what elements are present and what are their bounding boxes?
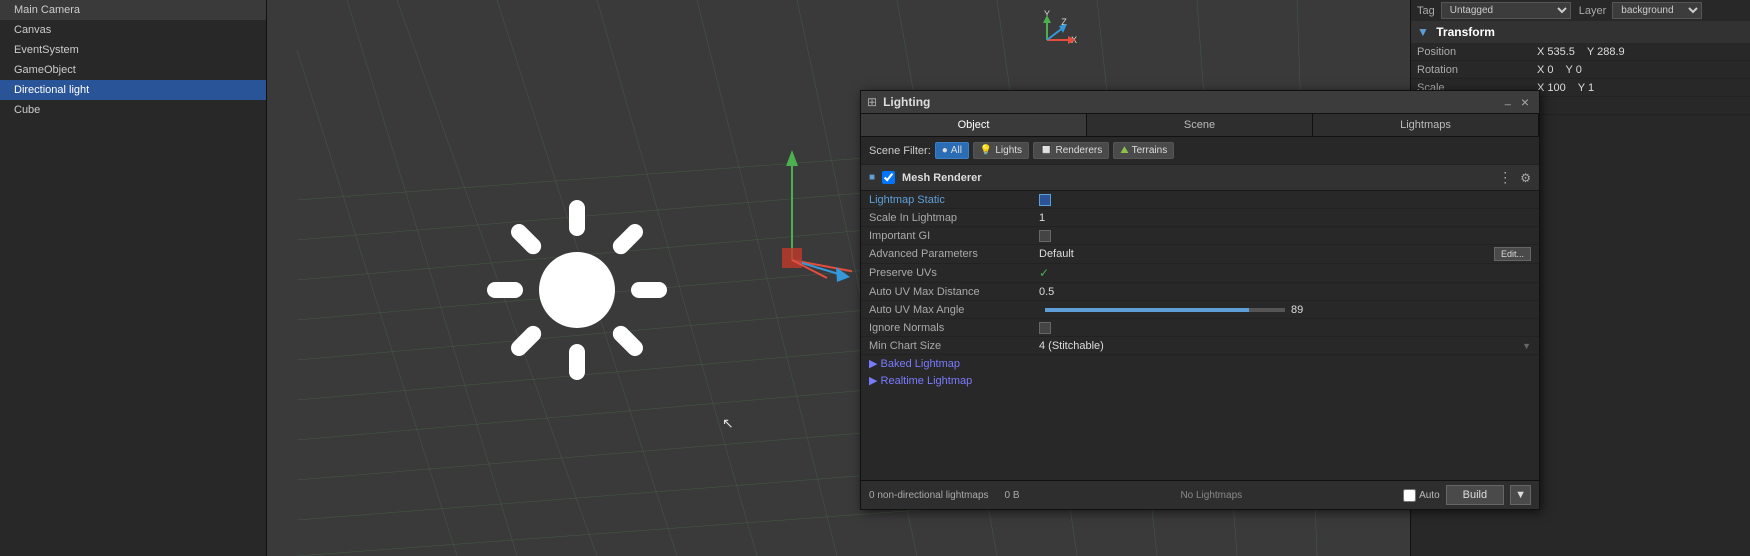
rot-x: X 0	[1537, 64, 1554, 76]
scale-lightmap-value: 1	[1039, 212, 1531, 224]
hierarchy-item-main-camera[interactable]: Main Camera	[0, 0, 266, 20]
scene-filter-row: Scene Filter: ● All 💡 Lights 🔲 Renderers…	[861, 137, 1539, 165]
min-chart-size-arrow: ▼	[1522, 341, 1531, 351]
lighting-title: Lighting	[883, 95, 930, 109]
auto-uv-dist-value: 0.5	[1039, 286, 1531, 298]
tab-lightmaps[interactable]: Lightmaps	[1313, 114, 1539, 136]
auto-uv-angle-value: 89	[1291, 304, 1531, 316]
lighting-tabs: Object Scene Lightmaps	[861, 114, 1539, 137]
hierarchy-item-canvas[interactable]: Canvas	[0, 20, 266, 40]
cursor: ↖	[722, 415, 734, 431]
tag-label: Tag	[1417, 5, 1435, 17]
auto-checkbox-row: Auto	[1403, 489, 1440, 502]
auto-checkbox[interactable]	[1403, 489, 1416, 502]
advanced-params-row: Advanced Parameters Default Edit...	[861, 245, 1539, 264]
mesh-renderer-icon: ■	[869, 172, 875, 183]
auto-uv-dist-label: Auto UV Max Distance	[869, 286, 1039, 298]
filter-terrains-button[interactable]: ⛰ Terrains	[1113, 142, 1174, 159]
directional-light-icon	[477, 190, 677, 390]
mesh-renderer-settings-icon[interactable]: ⚙	[1520, 171, 1531, 185]
realtime-arrow-icon: ▶	[869, 375, 881, 387]
hierarchy-item-eventsystem[interactable]: EventSystem	[0, 40, 266, 60]
position-row: Position X 535.5 Y 288.9	[1411, 43, 1750, 61]
preserve-uvs-row: Preserve UVs ✓	[861, 264, 1539, 283]
auto-uv-angle-row: Auto UV Max Angle 89	[861, 301, 1539, 319]
hierarchy-item-cube[interactable]: Cube	[0, 100, 266, 120]
auto-label: Auto	[1419, 490, 1440, 501]
scale-lightmap-label: Scale In Lightmap	[869, 212, 1039, 224]
ignore-normals-label: Ignore Normals	[869, 322, 1039, 334]
layer-dropdown[interactable]: background	[1612, 2, 1702, 19]
transform-label: Transform	[1436, 25, 1495, 39]
rotation-label: Rotation	[1417, 64, 1537, 76]
realtime-lightmap-section[interactable]: ▶ Realtime Lightmap	[861, 372, 1539, 389]
scale-lightmap-row: Scale In Lightmap 1	[861, 209, 1539, 227]
rotation-row: Rotation X 0 Y 0	[1411, 61, 1750, 79]
hierarchy-item-gameobject[interactable]: GameObject	[0, 60, 266, 80]
terrain-icon: ⛰	[1120, 145, 1128, 156]
advanced-params-label: Advanced Parameters	[869, 248, 1039, 260]
lighting-panel: ⊞ Lighting _ × Object Scene Lightmaps Sc…	[860, 90, 1540, 510]
min-chart-size-value: 4 (Stitchable)	[1039, 340, 1281, 352]
lightmap-static-row: Lightmap Static	[861, 191, 1539, 209]
hierarchy-item-directional-light[interactable]: Directional light	[0, 80, 266, 100]
min-chart-size-row: Min Chart Size 4 (Stitchable) ▼	[861, 337, 1539, 355]
build-button[interactable]: Build	[1446, 485, 1504, 505]
footer-size: 0 B	[1005, 490, 1020, 501]
important-gi-label: Important GI	[869, 230, 1039, 242]
scene-filter-label: Scene Filter:	[869, 145, 931, 157]
renderer-icon: 🔲	[1040, 145, 1052, 156]
mesh-renderer-header: ■ Mesh Renderer ⋮ ⚙	[861, 165, 1539, 191]
filter-all-button[interactable]: ● All	[935, 142, 969, 159]
lighting-grid-icon: ⊞	[867, 95, 877, 109]
scale-x: X 100	[1537, 82, 1566, 94]
panel-controls: _ ×	[1501, 94, 1533, 110]
important-gi-row: Important GI	[861, 227, 1539, 245]
rot-y: Y 0	[1566, 64, 1582, 76]
min-chart-size-label: Min Chart Size	[869, 340, 1039, 352]
scale-y: Y 1	[1578, 82, 1594, 94]
auto-uv-angle-label: Auto UV Max Angle	[869, 304, 1039, 316]
advanced-params-value: Default	[1039, 248, 1267, 260]
position-label: Position	[1417, 46, 1537, 58]
all-icon: ●	[942, 145, 948, 156]
important-gi-checkbox[interactable]	[1039, 230, 1051, 242]
transform-gizmo	[732, 130, 852, 310]
light-icon: 💡	[980, 145, 992, 156]
pos-y: Y 288.9	[1587, 46, 1625, 58]
footer-lightmap-count: 0 non-directional lightmaps	[869, 490, 989, 501]
tab-object[interactable]: Object	[861, 114, 1087, 136]
lighting-footer: 0 non-directional lightmaps 0 B No Light…	[861, 480, 1539, 509]
auto-uv-angle-slider[interactable]	[1045, 308, 1285, 312]
layer-label: Layer	[1579, 5, 1607, 17]
preserve-uvs-label: Preserve UVs	[869, 267, 1039, 279]
build-dropdown-button[interactable]: ▼	[1510, 485, 1531, 505]
close-button[interactable]: ×	[1517, 94, 1533, 110]
pos-x: X 535.5	[1537, 46, 1575, 58]
baked-arrow-icon: ▶	[869, 358, 881, 370]
tag-dropdown[interactable]: Untagged	[1441, 2, 1571, 19]
lightmap-static-checkbox[interactable]	[1039, 194, 1051, 206]
mesh-renderer-label: Mesh Renderer	[902, 172, 981, 184]
no-lightmaps-text: No Lightmaps	[1180, 490, 1242, 501]
auto-uv-dist-row: Auto UV Max Distance 0.5	[861, 283, 1539, 301]
baked-lightmap-section[interactable]: ▶ Baked Lightmap	[861, 355, 1539, 372]
filter-renderers-button[interactable]: 🔲 Renderers	[1033, 142, 1109, 159]
navigation-cube[interactable]: Y X Z	[1012, 5, 1082, 75]
tab-scene[interactable]: Scene	[1087, 114, 1313, 136]
transform-section: ▼ Transform	[1411, 21, 1750, 43]
lightmap-static-label: Lightmap Static	[869, 194, 1039, 206]
ignore-normals-checkbox[interactable]	[1039, 322, 1051, 334]
advanced-params-edit-button[interactable]: Edit...	[1494, 247, 1531, 261]
mesh-renderer-toggle[interactable]	[882, 171, 895, 184]
mesh-renderer-options-icon[interactable]: ⋮	[1498, 169, 1512, 186]
preserve-uvs-checkmark: ✓	[1039, 266, 1049, 280]
ignore-normals-row: Ignore Normals	[861, 319, 1539, 337]
hierarchy-panel: Main CameraCanvasEventSystemGameObjectDi…	[0, 0, 267, 556]
filter-lights-button[interactable]: 💡 Lights	[973, 142, 1029, 159]
build-section: Auto Build ▼	[1403, 485, 1531, 505]
tag-layer-row: Tag Untagged Layer background	[1411, 0, 1750, 21]
minimize-button[interactable]: _	[1501, 94, 1515, 110]
lighting-titlebar: ⊞ Lighting _ ×	[861, 91, 1539, 114]
